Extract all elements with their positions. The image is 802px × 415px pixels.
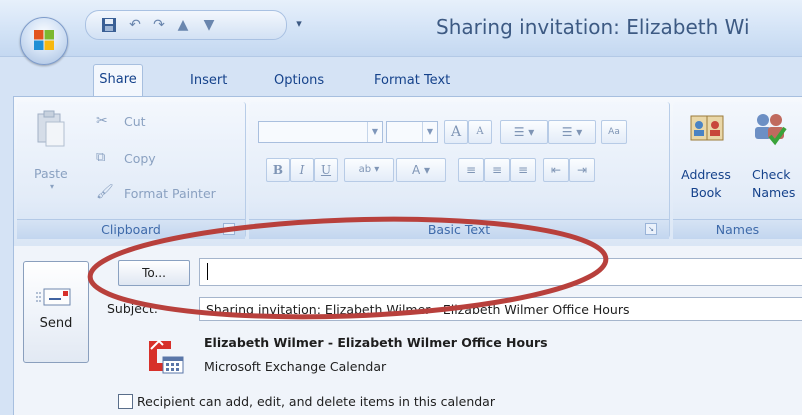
send-button[interactable]: Send	[23, 261, 89, 363]
check-names-label-2: Names	[752, 185, 796, 200]
previous-item-icon[interactable]: ▲	[174, 16, 192, 34]
undo-icon[interactable]: ↶	[126, 16, 144, 34]
to-field[interactable]	[199, 258, 802, 286]
align-center-icon[interactable]: ≡	[484, 158, 510, 182]
paste-dropdown-icon[interactable]: ▾	[50, 182, 54, 191]
bullet-list-icon: ☰ ▾	[513, 125, 535, 139]
office-button[interactable]	[20, 17, 68, 65]
quick-access-toolbar: ↶ ↷ ▲ ▼	[85, 10, 287, 40]
bullets-button[interactable]: ☰ ▾	[500, 120, 548, 144]
check-names-icon[interactable]	[750, 108, 790, 148]
grow-font-button[interactable]: A	[444, 120, 468, 144]
save-icon[interactable]	[100, 16, 118, 34]
tab-format-text[interactable]: Format Text	[364, 66, 460, 96]
format-painter-icon: 🖌	[96, 184, 114, 200]
clipboard-group-label: Clipboard	[17, 219, 245, 239]
cut-button[interactable]: Cut	[124, 114, 146, 129]
copy-icon: ⧉	[96, 150, 106, 165]
increase-indent-icon[interactable]: ⇥	[569, 158, 595, 182]
cut-icon: ✂	[96, 113, 108, 129]
paste-button[interactable]: Paste	[34, 166, 68, 181]
font-color-icon: A	[411, 163, 421, 177]
send-label: Send	[39, 316, 73, 331]
address-book-label-2: Book	[690, 185, 722, 200]
tab-insert[interactable]: Insert	[180, 66, 237, 96]
clipboard-launcher-icon[interactable]: ↘	[223, 223, 235, 235]
tab-share[interactable]: Share	[93, 64, 143, 98]
font-color-button[interactable]: A ▾	[396, 158, 446, 182]
window-title: Sharing invitation: Elizabeth Wi	[436, 15, 750, 39]
permission-checkbox[interactable]	[118, 394, 133, 409]
tab-options[interactable]: Options	[264, 66, 334, 96]
next-item-icon[interactable]: ▼	[200, 16, 218, 34]
font-name-combo[interactable]: ▼	[258, 121, 383, 143]
underline-button[interactable]: U	[314, 158, 338, 182]
address-book-icon[interactable]	[689, 110, 725, 146]
check-names-button[interactable]: Check Names	[752, 166, 802, 202]
align-right-icon[interactable]: ≡	[510, 158, 536, 182]
send-envelope-icon	[36, 288, 71, 306]
exchange-calendar-icon	[143, 335, 185, 375]
paste-icon[interactable]	[36, 110, 66, 150]
bold-button[interactable]: B	[266, 158, 290, 182]
to-button[interactable]: To...	[118, 260, 190, 286]
office-logo-icon	[34, 30, 54, 50]
format-painter-button[interactable]: Format Painter	[124, 186, 216, 201]
address-book-button[interactable]: Address Book	[676, 166, 736, 202]
copy-button[interactable]: Copy	[124, 151, 156, 166]
chevron-down-icon: ▼	[422, 122, 437, 142]
highlight-button[interactable]: ab ▾	[344, 158, 394, 182]
styles-icon[interactable]: Aa	[601, 120, 627, 144]
decrease-indent-icon[interactable]: ⇤	[543, 158, 569, 182]
subject-field[interactable]: Sharing invitation: Elizabeth Wilmer - E…	[199, 297, 802, 321]
subject-label: Subject:	[107, 301, 158, 316]
address-book-label-1: Address	[681, 167, 731, 182]
check-names-label-1: Check	[752, 167, 791, 182]
numbered-list-icon: ☰ ▾	[561, 125, 583, 139]
shrink-font-button[interactable]: A	[468, 120, 492, 144]
numbering-button[interactable]: ☰ ▾	[548, 120, 596, 144]
basic-text-launcher-icon[interactable]: ↘	[645, 223, 657, 235]
basic-text-group-label: Basic Text	[249, 219, 669, 239]
text-cursor	[207, 263, 208, 280]
permission-checkbox-label: Recipient can add, edit, and delete item…	[137, 394, 495, 409]
customize-dropdown-icon[interactable]: ▾	[290, 15, 308, 33]
calendar-name: Elizabeth Wilmer - Elizabeth Wilmer Offi…	[204, 335, 548, 350]
align-left-icon[interactable]: ≡	[458, 158, 484, 182]
font-size-combo[interactable]: ▼	[386, 121, 438, 143]
highlighter-icon: ab ▾	[358, 164, 380, 175]
chevron-down-icon: ▼	[367, 122, 382, 142]
redo-icon[interactable]: ↷	[150, 16, 168, 34]
italic-button[interactable]: I	[290, 158, 314, 182]
calendar-type: Microsoft Exchange Calendar	[204, 359, 387, 374]
names-group-label: Names	[673, 219, 802, 239]
